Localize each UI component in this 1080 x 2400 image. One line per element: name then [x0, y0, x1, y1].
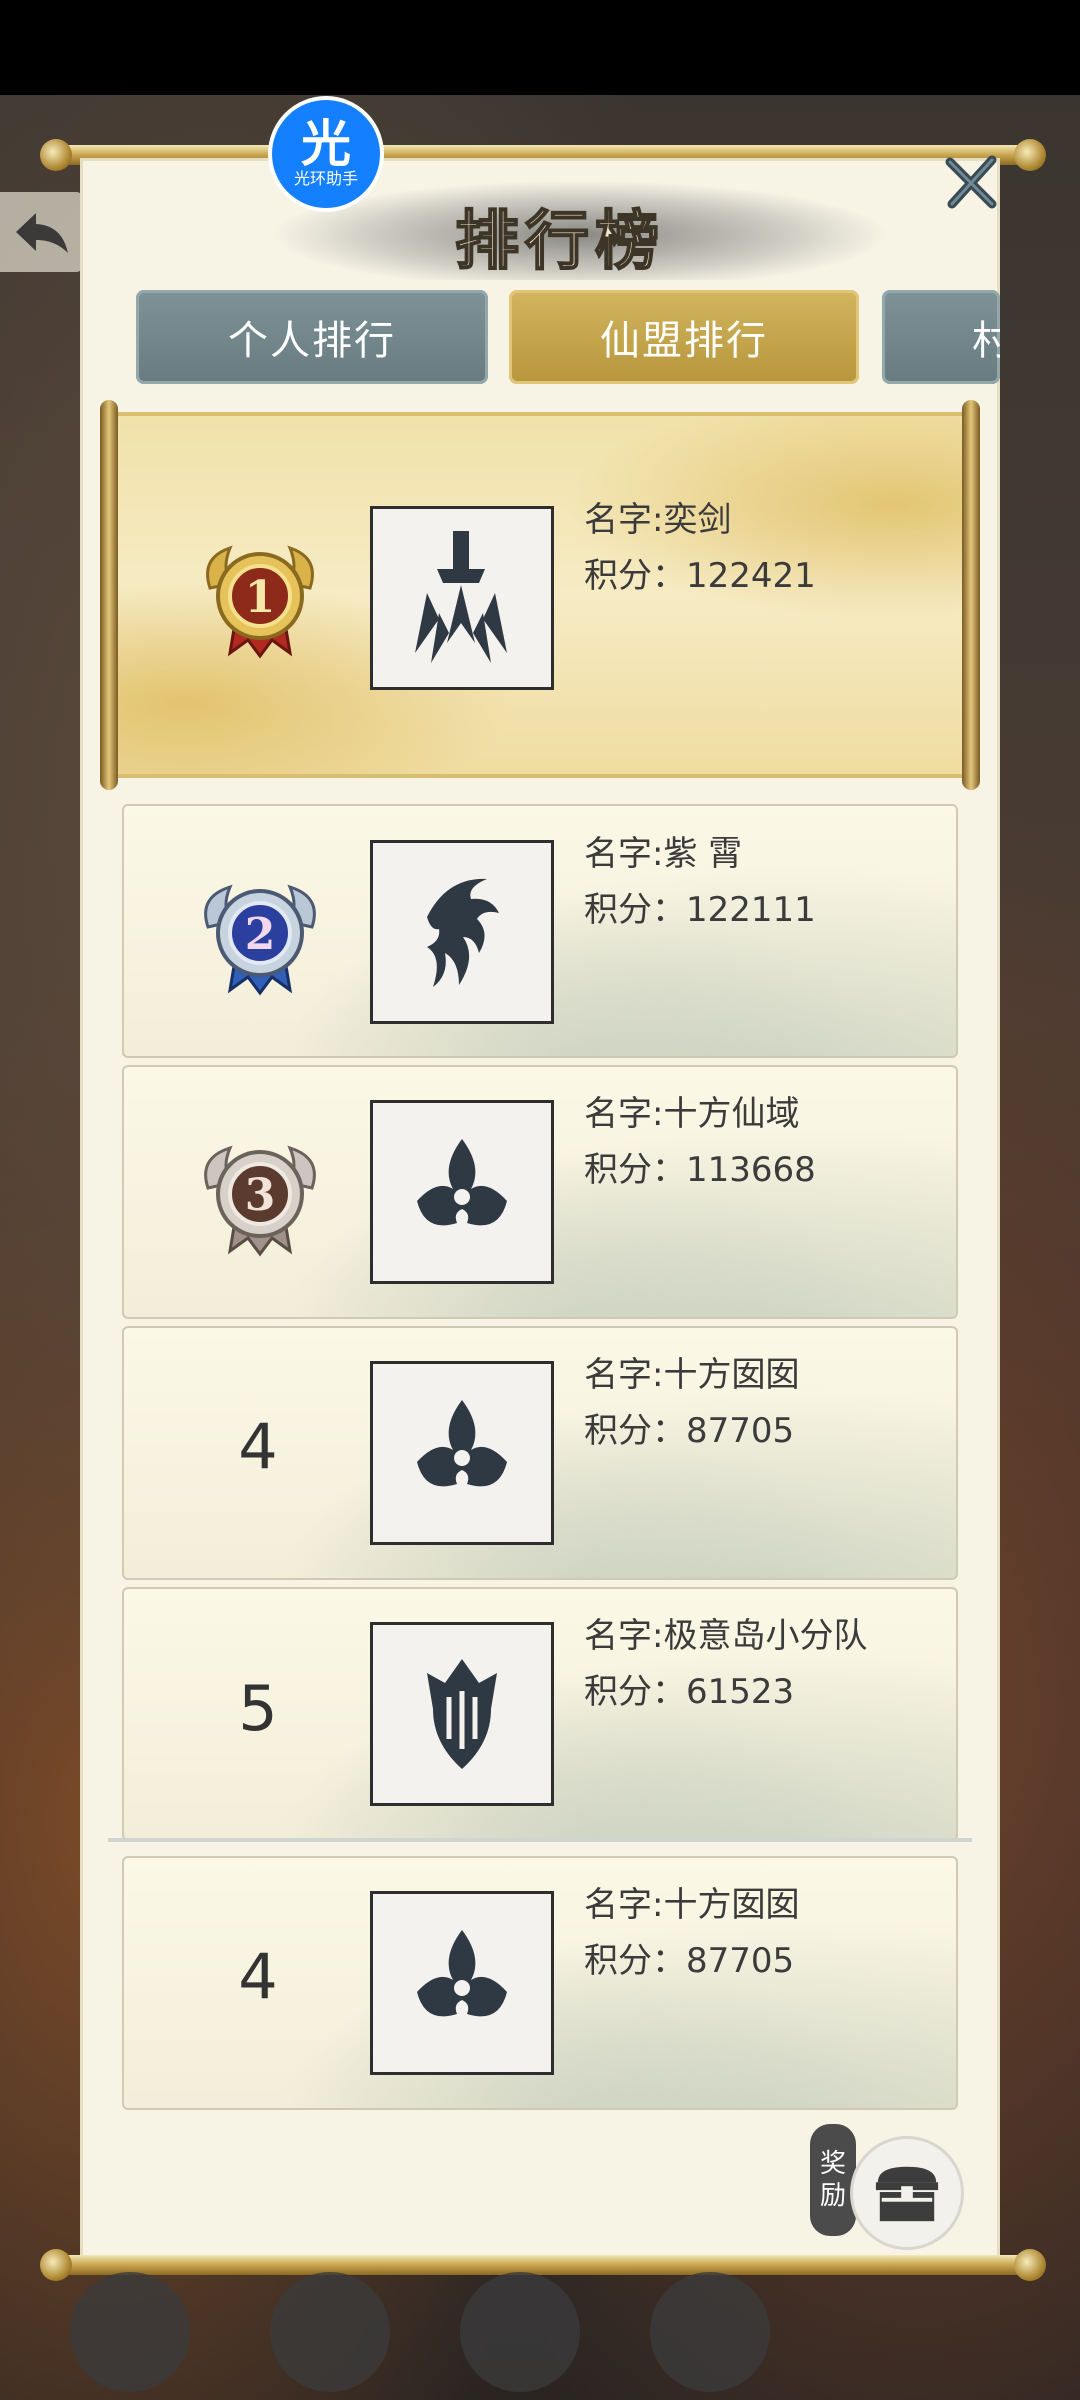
- reward-label: 奖 励: [810, 2124, 856, 2236]
- page-title: 排行榜: [454, 203, 665, 280]
- dragon-emblem-icon: [427, 878, 499, 987]
- scroll-roller-right: [962, 400, 980, 790]
- tab-label: 村: [972, 318, 1000, 364]
- blue-medal-icon: 2: [204, 884, 316, 996]
- bronze-medal-icon: 3: [204, 1145, 316, 1257]
- tab-alliance-rank[interactable]: 仙盟排行: [509, 290, 859, 384]
- guild-score: 积分：122421: [584, 556, 816, 596]
- guild-emblem: [370, 1100, 554, 1284]
- guild-name: 名字:十方囡囡: [584, 1885, 800, 1925]
- guild-emblem: [370, 1361, 554, 1545]
- guild-emblem: [370, 1622, 554, 1806]
- trefoil-emblem-icon: [417, 1139, 507, 1226]
- scroll-roller-left: [100, 400, 118, 790]
- guild-score: 积分：61523: [584, 1672, 795, 1712]
- reward-label-top: 奖: [819, 2149, 846, 2179]
- back-arrow-icon: [16, 213, 68, 253]
- guild-name: 名字:十方囡囡: [584, 1355, 800, 1395]
- tab-third[interactable]: 村: [882, 290, 1000, 384]
- reward-label-bottom: 励: [819, 2181, 846, 2211]
- status-bar: [0, 0, 1080, 95]
- tab-personal-rank[interactable]: 个人排行: [136, 290, 488, 384]
- guild-emblem: [370, 506, 554, 690]
- ring-icon[interactable]: [650, 2272, 770, 2392]
- app-logo[interactable]: 光 光环助手: [268, 96, 384, 212]
- back-button[interactable]: [0, 192, 84, 272]
- rank-number: 4: [238, 1940, 278, 2013]
- trefoil-emblem-icon: [417, 1400, 507, 1487]
- close-icon: [945, 155, 997, 209]
- rank-number: 5: [238, 1672, 278, 1745]
- guild-score: 积分：113668: [584, 1150, 816, 1190]
- dice-icon[interactable]: [270, 2272, 390, 2392]
- svg-text:3: 3: [245, 1170, 276, 1221]
- svg-text:1: 1: [245, 572, 276, 623]
- guild-emblem: [370, 1891, 554, 2075]
- guild-emblem: [370, 840, 554, 1024]
- treasure-chest-icon: [850, 2136, 964, 2250]
- crest-emblem-icon: [427, 1659, 497, 1769]
- scroll-rod-bottom: [40, 2249, 1046, 2281]
- sword-emblem-icon: [415, 531, 507, 663]
- guild-name: 名字:极意岛小分队: [584, 1616, 868, 1656]
- close-button[interactable]: [944, 152, 1000, 212]
- reward-button[interactable]: 奖 励: [810, 2124, 970, 2250]
- guild-name: 名字:奕剑: [584, 500, 732, 540]
- guild-score: 积分：87705: [584, 1941, 795, 1981]
- svg-text:2: 2: [245, 909, 276, 960]
- logo-text: 光环助手: [293, 169, 358, 188]
- tab-label: 仙盟排行: [600, 318, 768, 364]
- tab-label: 个人排行: [228, 318, 396, 364]
- trefoil-emblem-icon: [417, 1930, 507, 2017]
- guild-score: 积分：122111: [584, 890, 816, 930]
- nav-icon[interactable]: [70, 2272, 190, 2392]
- guild-name: 名字:紫 霄: [584, 834, 743, 874]
- chest-icon[interactable]: [460, 2272, 580, 2392]
- gold-medal-icon: 1: [206, 545, 314, 659]
- list-divider: [108, 1838, 972, 1842]
- guild-score: 积分：87705: [584, 1411, 795, 1451]
- rank-number: 4: [238, 1410, 278, 1483]
- logo-glyph: 光: [301, 115, 351, 173]
- guild-name: 名字:十方仙域: [584, 1094, 800, 1134]
